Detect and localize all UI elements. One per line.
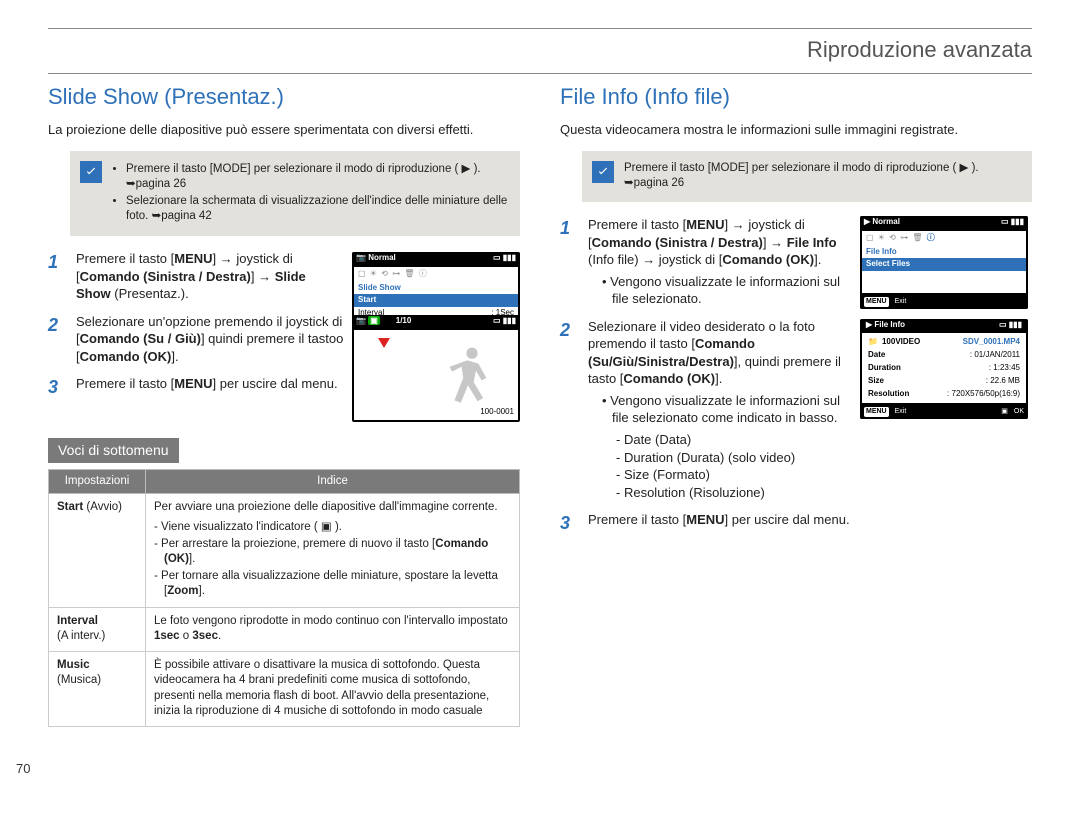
table-head-index: Indice (146, 469, 520, 494)
table-row: Music(Musica) È possibile attivare o dis… (49, 651, 520, 726)
fileinfo-intro: Questa videocamera mostra le informazion… (560, 121, 1032, 139)
check-icon (592, 161, 614, 183)
table-row: Start (Avvio) Per avviare una proiezione… (49, 494, 520, 607)
note-item: Selezionare la schermata di visualizzazi… (126, 194, 510, 225)
section-title-slideshow: Slide Show (Presentaz.) (48, 82, 520, 112)
folder-icon: 📁 (868, 337, 878, 348)
silhouette-icon (428, 338, 508, 418)
note-item: Premere il tasto [MODE] per selezionare … (126, 162, 510, 193)
lcd-slideshow-play: 📷 ▣1/10▭ ▮▮▮ 100-0001 (352, 315, 520, 422)
submenu-heading: Voci di sottomenu (48, 438, 179, 463)
step-2: Selezionare il video desiderato o la fot… (560, 318, 860, 501)
check-icon (80, 161, 102, 183)
lcd-fileinfo-detail: ▶ File Info▭ ▮▮▮ 📁 100VIDEOSDV_0001.MP4 … (860, 319, 1028, 419)
slideshow-note: Premere il tasto [MODE] per selezionare … (70, 151, 520, 236)
page-number: 70 (16, 760, 30, 778)
step-3: Premere il tasto [MENU] per uscire dal m… (560, 511, 1032, 535)
step-1: Premere il tasto [MENU] → joystick di [C… (48, 250, 344, 303)
step-3: Premere il tasto [MENU] per uscire dal m… (48, 375, 344, 399)
lcd-fileinfo-menu: ▶ Normal▭ ▮▮▮ ▢ ☀ ⟲ ⊶ 🗑 ⓘ File Info Sele… (860, 216, 1028, 309)
play-marker-icon (372, 336, 396, 360)
step-1: Premere il tasto [MENU] → joystick di [C… (560, 216, 860, 308)
section-title-fileinfo: File Info (Info file) (560, 82, 1032, 112)
left-column: Slide Show (Presentaz.) La proiezione de… (48, 74, 520, 727)
step-2: Selezionare un'opzione premendo il joyst… (48, 313, 344, 366)
submenu-table: Impostazioni Indice Start (Avvio) Per av… (48, 469, 520, 727)
fileinfo-note: Premere il tasto [MODE] per selezionare … (582, 151, 1032, 202)
slideshow-intro: La proiezione delle diapositive può esse… (48, 121, 520, 139)
right-column: File Info (Info file) Questa videocamera… (560, 74, 1032, 727)
top-rule (48, 28, 1032, 29)
page-header: Riproduzione avanzata (48, 35, 1032, 65)
table-row: Interval(A interv.) Le foto vengono ripr… (49, 607, 520, 651)
table-head-settings: Impostazioni (49, 469, 146, 494)
